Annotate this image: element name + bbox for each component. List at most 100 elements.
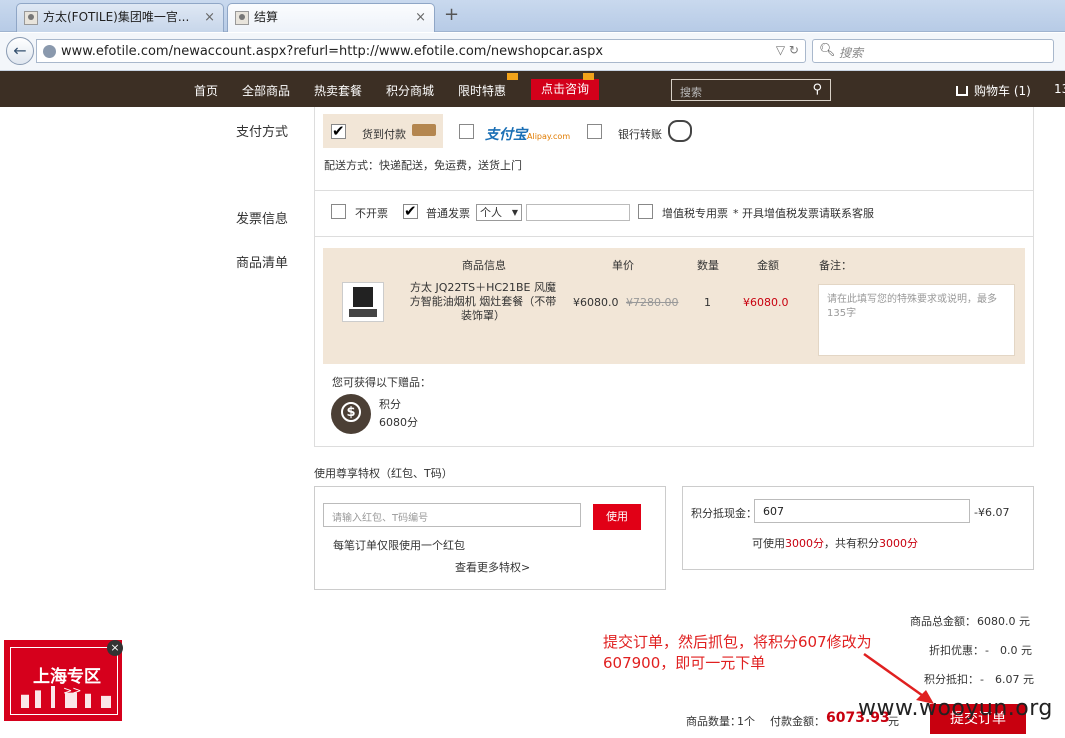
search-placeholder: 搜索: [839, 46, 864, 60]
col-header-amount: 金额: [757, 259, 779, 272]
points-total-value: 3000分: [879, 537, 918, 550]
globe-icon: [43, 45, 56, 58]
bank-transfer-checkbox[interactable]: [587, 124, 602, 139]
item-count-value: 1个: [737, 715, 755, 728]
reload-icon[interactable]: ▽ ↻: [776, 43, 799, 57]
consult-button[interactable]: 点击咨询: [531, 79, 599, 100]
browser-nav-bar: ← www.efotile.com/newaccount.aspx?refurl…: [0, 33, 1065, 71]
ad-frame: 上海专区 >>: [10, 647, 118, 715]
points-input[interactable]: 607: [754, 499, 970, 523]
annotation-text: 提交订单，然后抓包，将积分607修改为607900，即可一元下单: [603, 633, 872, 672]
product-price: ¥6080.0: [573, 296, 619, 309]
points-available-text: 可使用3000分，共有积分3000分: [752, 535, 918, 551]
truck-icon: [412, 124, 436, 136]
site-nav: 首页 全部商品 热卖套餐 积分商城 限时特惠 点击咨询 搜索 ⚲ 购物车 (1)…: [0, 71, 1065, 107]
col-header-price: 单价: [612, 259, 634, 272]
close-tab-icon[interactable]: ×: [415, 4, 426, 31]
hot-badge-icon: [507, 73, 518, 80]
divider: [314, 190, 1034, 191]
shanghai-zone-ad[interactable]: 上海专区 >> ×: [4, 640, 123, 721]
no-invoice-checkbox[interactable]: [331, 204, 346, 219]
product-name[interactable]: 方太 JQ22TS＋HC21BE 风魔方智能油烟机 烟灶套餐（不带装饰罩）: [405, 281, 561, 323]
vat-invoice-checkbox[interactable]: [638, 204, 653, 219]
points-available-prefix: 可使用: [752, 537, 785, 550]
address-bar[interactable]: www.efotile.com/newaccount.aspx?refurl=h…: [36, 39, 806, 63]
alipay-sub: Alipay.com: [527, 132, 571, 141]
points-label: 积分抵现金：: [691, 507, 757, 520]
total-value: 6080.0 元: [977, 615, 1030, 628]
gift-value: 6080分: [379, 416, 418, 429]
watermark: www.wooyun.org: [858, 696, 1053, 721]
gift-title: 您可获得以下赠品：: [332, 376, 431, 389]
order-note-textarea[interactable]: 请在此填写您的特殊要求或说明，最多135字: [818, 284, 1015, 356]
cart-label: 购物车 (1): [974, 84, 1031, 98]
delivery-text: 配送方式：快递配送，免运费，送货上门: [324, 159, 522, 172]
col-header-info: 商品信息: [462, 259, 506, 272]
nav-hot-sets[interactable]: 热卖套餐: [314, 82, 362, 99]
points-discount: -¥6.07: [974, 506, 1010, 519]
points-coin-icon: [331, 394, 371, 434]
browser-search-input[interactable]: 🔍︎ 搜索: [812, 39, 1054, 63]
site-search-placeholder: 搜索: [680, 86, 702, 99]
vat-invoice-label: 增值税专用票: [662, 207, 728, 220]
new-tab-icon[interactable]: +: [444, 4, 459, 25]
alipay-checkbox[interactable]: [459, 124, 474, 139]
normal-invoice-checkbox[interactable]: [403, 202, 418, 220]
site-search-input[interactable]: 搜索 ⚲: [671, 79, 831, 101]
nav-flash-sale[interactable]: 限时特惠: [458, 82, 506, 99]
payment-label: 支付方式: [236, 125, 289, 140]
col-header-note: 备注：: [819, 259, 852, 272]
invoice-label: 发票信息: [236, 212, 289, 227]
item-count-label: 商品数量：: [686, 715, 741, 728]
hot-badge-icon: [583, 73, 594, 80]
col-header-qty: 数量: [697, 259, 719, 272]
tab-title: 结算: [254, 10, 279, 24]
nav-home[interactable]: 首页: [194, 82, 218, 99]
cod-checkbox[interactable]: [331, 122, 346, 140]
close-tab-icon[interactable]: ×: [204, 4, 215, 31]
favicon-icon: [235, 11, 249, 25]
search-icon: 🔍︎: [819, 43, 836, 58]
privilege-title: 使用尊享特权（红包、T码）: [314, 467, 453, 480]
pay-amount-label: 付款金额：: [770, 715, 825, 728]
browser-tab-checkout[interactable]: 结算 ×: [227, 3, 435, 32]
favicon-icon: [24, 11, 38, 25]
browser-tab-bar: 方太(FOTILE)集团唯一官... × 结算 × +: [0, 0, 1065, 32]
bank-transfer-label: 银行转账: [618, 128, 662, 141]
invoice-title-input[interactable]: [526, 204, 630, 221]
discount-value: - 0.0 元: [985, 644, 1032, 657]
url-text: www.efotile.com/newaccount.aspx?refurl=h…: [61, 44, 604, 59]
close-ad-icon[interactable]: ×: [107, 640, 123, 656]
more-privileges-link[interactable]: 查看更多特权>: [455, 559, 530, 575]
normal-invoice-label: 普通发票: [426, 207, 470, 220]
product-thumbnail[interactable]: [342, 282, 384, 322]
cart-icon: [956, 86, 968, 96]
gift-name: 积分: [379, 398, 401, 411]
alipay-logo: 支付宝Alipay.com: [485, 124, 570, 144]
cod-label: 货到付款: [362, 128, 406, 141]
invoice-type-select[interactable]: 个人: [476, 204, 522, 221]
back-arrow-icon[interactable]: ←: [6, 37, 34, 65]
no-invoice-label: 不开票: [355, 207, 388, 220]
product-amount: ¥6080.0: [743, 296, 789, 309]
use-coupon-button[interactable]: 使用: [593, 504, 641, 530]
nav-all-products[interactable]: 全部商品: [242, 82, 290, 99]
nav-extra: 13: [1054, 82, 1065, 96]
alipay-name: 支付宝: [485, 127, 527, 143]
total-label: 商品总金额：: [910, 615, 976, 628]
goods-label: 商品清单: [236, 256, 289, 271]
money-bag-icon: [668, 120, 692, 142]
points-available-value: 3000分: [785, 537, 824, 550]
product-qty: 1: [704, 296, 711, 309]
points-total-prefix: ，共有积分: [824, 537, 879, 550]
cart-link[interactable]: 购物车 (1): [956, 82, 1031, 99]
vat-note: * 开具增值税发票请联系客服: [733, 207, 874, 220]
tab-title: 方太(FOTILE)集团唯一官...: [43, 10, 190, 24]
coupon-input[interactable]: 请输入红包、T码编号: [323, 503, 581, 527]
browser-tab-fotile[interactable]: 方太(FOTILE)集团唯一官... ×: [16, 3, 224, 32]
search-icon[interactable]: ⚲: [812, 82, 822, 97]
nav-points-mall[interactable]: 积分商城: [386, 82, 434, 99]
product-orig-price: ¥7280.00: [626, 296, 679, 309]
points-deduct-value: - 6.07 元: [980, 673, 1034, 686]
divider: [314, 236, 1034, 237]
